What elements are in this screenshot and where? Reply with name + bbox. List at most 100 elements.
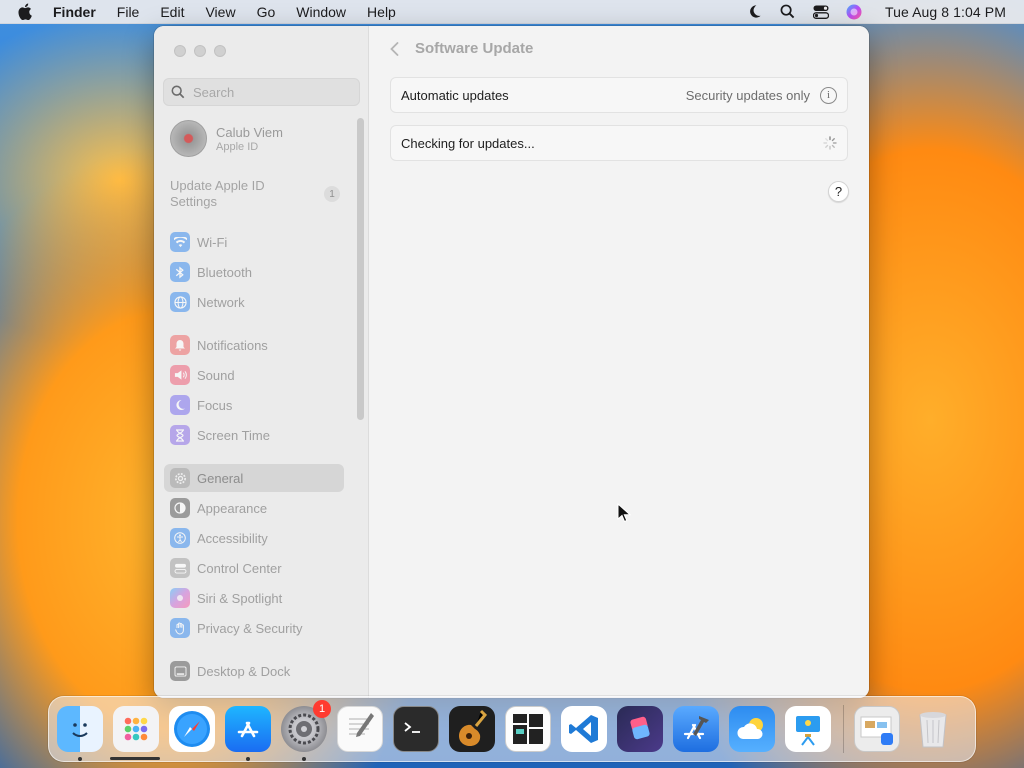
menu-window[interactable]: Window [296,4,346,20]
checking-updates-label: Checking for updates... [401,135,535,151]
spotlight-search-icon[interactable] [780,4,796,20]
avatar [170,120,207,157]
status-area: Tue Aug 8 1:04 PM [747,4,1024,20]
sidebar-item-wifi[interactable]: Wi-Fi [164,228,344,256]
menu-bar: Finder File Edit View Go Window Help Tue… [0,0,1024,24]
sidebar-item-label: Accessibility [197,530,268,546]
sidebar-item-appearance[interactable]: Appearance [164,494,344,522]
apple-menu-icon[interactable] [17,3,37,20]
system-settings-app[interactable]: 1 [281,700,331,761]
menu-go[interactable]: Go [257,4,276,20]
close-window-button[interactable] [174,45,186,57]
mouse-cursor-icon [617,503,631,523]
appearance-icon [170,498,190,518]
speaker-icon [170,365,190,385]
mosaic-app[interactable] [505,706,551,752]
sidebar: Calub Viem Apple ID Update Apple ID Sett… [154,26,369,698]
sidebar-item-siri-spotlight[interactable]: Siri & Spotlight [164,584,344,612]
automatic-updates-value: Security updates only [685,87,810,103]
safari-app[interactable] [169,706,215,752]
running-indicator [78,757,82,761]
sidebar-item-label: Focus [197,397,233,413]
menu-file[interactable]: File [117,4,140,20]
sidebar-item-label: Privacy & Security [197,620,303,636]
help-button[interactable]: ? [828,181,849,202]
notification-badge: 1 [313,700,331,718]
gear-icon [170,468,190,488]
siri-icon [170,588,190,608]
sidebar-group-system: General Appearance Accessibility Control… [164,464,344,644]
search-field[interactable] [163,78,360,106]
control-center-icon[interactable] [812,4,829,20]
bluetooth-icon [170,262,190,282]
apple-id-account[interactable]: Calub Viem Apple ID [170,120,283,157]
keynote-app[interactable] [785,706,831,752]
update-apple-id-settings[interactable]: Update Apple ID Settings 1 [170,178,340,210]
sidebar-item-network[interactable]: Network [164,288,344,316]
shortcuts-app[interactable] [617,706,663,752]
globe-icon [170,292,190,312]
textedit-app[interactable] [337,706,383,752]
menu-view[interactable]: View [205,4,235,20]
sidebar-item-focus[interactable]: Focus [164,391,344,419]
siri-icon[interactable] [846,4,862,20]
zoom-window-button[interactable] [214,45,226,57]
automatic-updates-row: Automatic updates Security updates only … [390,77,848,113]
sidebar-item-label: Appearance [197,500,268,516]
search-input[interactable] [193,84,343,100]
menu-edit[interactable]: Edit [160,4,184,20]
xcode-app[interactable] [673,706,719,752]
update-apple-id-label: Update Apple ID Settings [170,178,265,209]
wifi-icon [170,232,190,252]
sidebar-scrollbar[interactable] [357,118,364,420]
downloads-stack[interactable] [854,706,900,752]
sidebar-item-general[interactable]: General [164,464,344,492]
info-icon[interactable]: i [820,86,837,104]
dock: 1 [48,696,976,762]
sidebar-item-label: Screen Time [197,427,270,443]
sidebar-item-label: Network [197,294,245,310]
sidebar-item-screen-time[interactable]: Screen Time [164,421,344,449]
back-chevron-icon[interactable] [390,41,399,56]
search-icon [171,85,187,99]
garageband-app[interactable] [449,706,495,752]
trash-app[interactable] [910,706,956,752]
focus-moon-icon[interactable] [747,4,763,20]
sidebar-item-accessibility[interactable]: Accessibility [164,524,344,552]
bell-icon [170,335,190,355]
launchpad-app[interactable] [113,706,159,752]
weather-app[interactable] [729,706,775,752]
minimize-window-button[interactable] [194,45,206,57]
sidebar-item-desktop-dock[interactable]: Desktop & Dock [164,657,344,685]
menu-clock[interactable]: Tue Aug 8 1:04 PM [885,4,1006,20]
moon-icon [170,395,190,415]
dock-separator [843,705,844,753]
pane-header: Software Update [390,40,533,57]
menu-app-name[interactable]: Finder [53,4,96,20]
sidebar-group-connectivity: Wi-Fi Bluetooth Network [164,228,344,318]
sidebar-item-control-center[interactable]: Control Center [164,554,344,582]
sidebar-item-label: Sound [197,367,235,383]
sidebar-item-label: Desktop & Dock [197,663,291,679]
software-update-pane: Software Update Automatic updates Securi… [370,26,869,698]
account-subtitle: Apple ID [216,140,259,153]
finder-app[interactable] [57,706,103,761]
terminal-app[interactable] [393,706,439,752]
system-settings-window: Calub Viem Apple ID Update Apple ID Sett… [154,26,869,698]
sidebar-item-sound[interactable]: Sound [164,361,344,389]
sidebar-group-notifications: Notifications Sound Focus Screen Time [164,331,344,451]
running-indicator [246,757,250,761]
accessibility-icon [170,528,190,548]
sidebar-item-bluetooth[interactable]: Bluetooth [164,258,344,286]
sidebar-item-label: Control Center [197,560,282,576]
checking-updates-row: Checking for updates... [390,125,848,161]
sidebar-item-label: Notifications [197,337,268,353]
sidebar-item-privacy-security[interactable]: Privacy & Security [164,614,344,642]
vscode-app[interactable] [561,706,607,752]
hand-icon [170,618,190,638]
window-controls [174,45,226,57]
sidebar-item-notifications[interactable]: Notifications [164,331,344,359]
menu-help[interactable]: Help [367,4,396,20]
control-center-icon [170,558,190,578]
app-store-app[interactable] [225,706,271,761]
